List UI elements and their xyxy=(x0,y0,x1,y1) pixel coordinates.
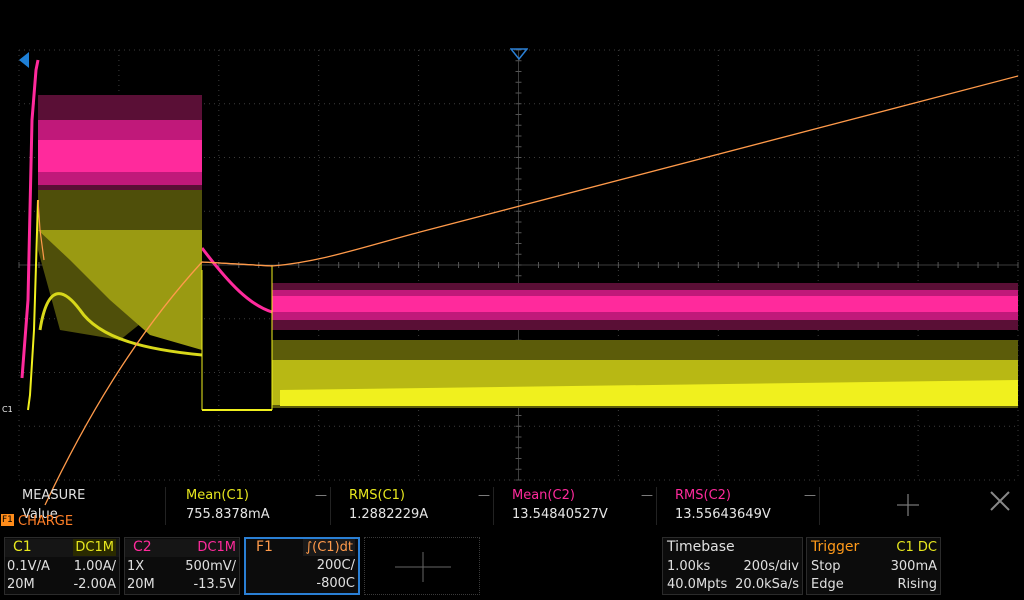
f1-math-tag: F1 xyxy=(1,514,14,526)
f1-offset: -800C xyxy=(316,576,355,591)
c1-label: C1 xyxy=(13,539,32,555)
f1-label: F1 xyxy=(256,539,273,555)
measure-col-name[interactable]: Mean(C2) xyxy=(512,488,575,503)
trigger-level: 300mA xyxy=(890,559,937,574)
measure-col-value: 13.55643649V xyxy=(675,507,771,522)
measure-col-value: 1.2882229A xyxy=(349,507,429,522)
timebase-rate: 20.0kSa/s xyxy=(735,577,799,592)
c2-bandwidth: 20M xyxy=(127,577,155,592)
c1-scale: 1.00A/ xyxy=(73,559,116,574)
c1-bandwidth: 20M xyxy=(7,577,35,592)
measure-header: MEASURE xyxy=(22,488,86,503)
trigger-mode: Stop xyxy=(811,559,841,574)
trigger-source: C1 DC xyxy=(896,540,937,555)
trigger-title: Trigger xyxy=(811,539,860,555)
c1-coupling: DC1M xyxy=(73,539,116,556)
measure-col-value: 13.54840527V xyxy=(512,507,608,522)
c2-probe: 1X xyxy=(127,559,145,574)
c1-ground-marker[interactable]: C1 xyxy=(2,405,13,414)
timebase-delay: 1.00ks xyxy=(667,559,711,574)
channel-c1-box[interactable]: C1 DC1M 0.1V/A 1.00A/ 20M -2.00A xyxy=(4,537,120,595)
dash-icon: — xyxy=(315,488,327,502)
timebase-points: 40.0Mpts xyxy=(667,577,728,592)
timebase-box[interactable]: Timebase 1.00ks 200s/div 40.0Mpts 20.0kS… xyxy=(662,537,803,595)
math-f1-box[interactable]: F1 ∫(C1)dt 200C/ -800C xyxy=(244,537,360,595)
timebase-scale: 200s/div xyxy=(743,559,799,574)
trigger-slope: Rising xyxy=(897,577,937,592)
measure-col-name[interactable]: RMS(C2) xyxy=(675,488,731,503)
c1-probe: 0.1V/A xyxy=(7,559,50,574)
measure-col-name[interactable]: Mean(C1) xyxy=(186,488,249,503)
c2-coupling: DC1M xyxy=(197,540,236,555)
f1-function: ∫(C1)dt xyxy=(303,539,355,556)
c2-label: C2 xyxy=(133,539,152,555)
dash-icon: — xyxy=(641,488,653,502)
close-icon[interactable] xyxy=(987,488,1013,514)
plus-icon xyxy=(395,552,451,582)
dash-icon: — xyxy=(804,488,816,502)
measure-col-name[interactable]: RMS(C1) xyxy=(349,488,405,503)
measure-col-value: 755.8378mA xyxy=(186,507,270,522)
f1-trace-label: CHARGE xyxy=(18,514,74,529)
add-channel-slot[interactable] xyxy=(364,537,480,595)
triangle-down-icon[interactable] xyxy=(510,48,528,60)
triangle-left-icon[interactable] xyxy=(19,52,29,68)
c1-offset: -2.00A xyxy=(73,577,116,592)
add-measure-icon[interactable] xyxy=(895,492,921,518)
measure-panel: MEASURE Value Mean(C1) 755.8378mA RMS(C1… xyxy=(0,483,1024,528)
trigger-box[interactable]: Trigger C1 DC Stop 300mA Edge Rising xyxy=(806,537,941,595)
dash-icon: — xyxy=(478,488,490,502)
c2-scale: 500mV/ xyxy=(185,559,236,574)
c2-offset: -13.5V xyxy=(193,577,236,592)
timebase-title: Timebase xyxy=(667,539,735,555)
trigger-type: Edge xyxy=(811,577,844,592)
channel-c2-box[interactable]: C2 DC1M 1X 500mV/ 20M -13.5V xyxy=(124,537,240,595)
f1-scale: 200C/ xyxy=(316,558,355,573)
